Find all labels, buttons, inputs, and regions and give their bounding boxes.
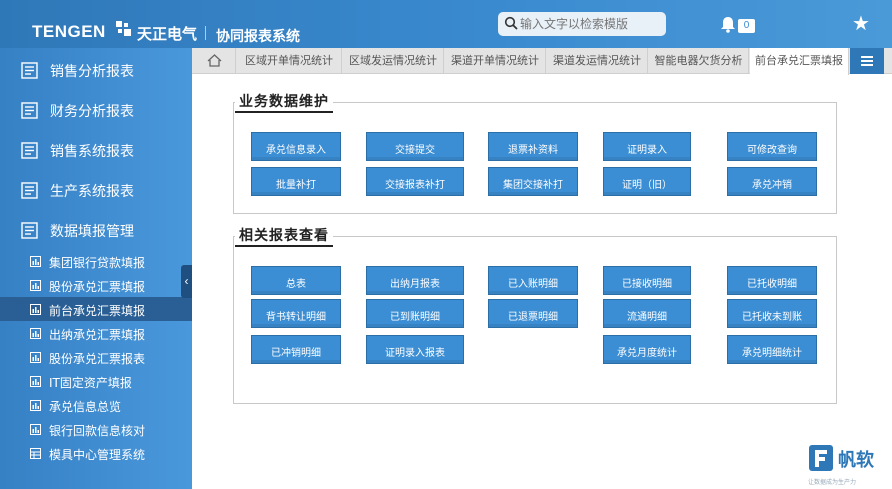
home-icon [207, 54, 222, 67]
sidebar-subitem[interactable]: 银行回款信息核对 [0, 417, 192, 441]
sidebar-item-production-system[interactable]: 生产系统报表 [0, 170, 192, 210]
sidebar-item-data-filling[interactable]: 数据填报管理 [0, 210, 192, 250]
sidebar-subitem-label: 模具中心管理系统 [49, 448, 146, 462]
summary-report-button[interactable]: 总表 [251, 266, 341, 295]
menu-icon[interactable] [850, 48, 884, 74]
sidebar-subitem[interactable]: 承兑信息总览 [0, 393, 192, 417]
sidebar-subitem-label: 出纳承兑汇票填报 [49, 328, 146, 342]
brand-slogan: 让数据成为生产力 [808, 479, 857, 486]
sidebar-item-finance-analysis[interactable]: 财务分析报表 [0, 90, 192, 130]
bar-chart-icon [30, 400, 41, 411]
collection-pending-button[interactable]: 已托收未到账 [727, 299, 817, 328]
group-handover-reprint-button[interactable]: 集团交接补打 [488, 167, 578, 196]
panel-title: 相关报表查看 [235, 225, 333, 247]
received-detail-button[interactable]: 已接收明细 [603, 266, 691, 295]
sidebar-subitem[interactable]: 出纳承兑汇票填报 [0, 321, 192, 345]
sidebar-subitem-label: IT固定资产填报 [49, 376, 132, 390]
certificate-report-button[interactable]: 证明录入报表 [366, 335, 464, 364]
bell-icon[interactable] [720, 16, 736, 33]
sidebar-item-label: 销售系统报表 [50, 144, 134, 160]
detail-stats-button[interactable]: 承兑明细统计 [727, 335, 817, 364]
arrived-detail-button[interactable]: 已到账明细 [366, 299, 464, 328]
booked-detail-button[interactable]: 已入账明细 [488, 266, 578, 295]
panel-title: 业务数据维护 [235, 91, 333, 113]
sidebar-item-label: 财务分析报表 [50, 104, 134, 120]
search-input[interactable] [520, 15, 660, 33]
handover-submit-button[interactable]: 交接提交 [366, 132, 464, 161]
tab-region-billing[interactable]: 区域开单情况统计 [237, 48, 342, 74]
system-title: 协同报表系统 [216, 29, 300, 45]
bar-chart-icon [30, 256, 41, 267]
sidebar-subitem-label: 集团银行贷款填报 [49, 256, 146, 270]
logo-chinese-name: 天正电气 [137, 25, 198, 43]
tab-home[interactable] [192, 48, 236, 74]
endorsement-detail-button[interactable]: 背书转让明细 [251, 299, 341, 328]
sidebar-subitem-label: 前台承兑汇票填报 [49, 304, 146, 318]
sidebar-subitem[interactable]: 模具中心管理系统 [0, 441, 192, 465]
report-icon [21, 102, 38, 119]
header-divider [205, 26, 206, 40]
tab-region-shipping[interactable]: 区域发运情况统计 [343, 48, 444, 74]
sidebar-item-sales-analysis[interactable]: 销售分析报表 [0, 50, 192, 90]
tab-front-acceptance[interactable]: 前台承兑汇票填报 [750, 48, 849, 75]
bar-chart-icon [30, 280, 41, 291]
cashier-monthly-button[interactable]: 出纳月报表 [366, 266, 464, 295]
report-icon [21, 182, 38, 199]
brand-name: 帆软 [838, 450, 874, 471]
circulation-detail-button[interactable]: 流通明细 [603, 299, 691, 328]
report-icon [21, 142, 38, 159]
certificate-old-button[interactable]: 证明（旧） [603, 167, 691, 196]
bar-chart-icon [30, 328, 41, 339]
tengen-logo-icon [116, 21, 131, 36]
bar-chart-icon [30, 376, 41, 387]
sidebar-subitem[interactable]: IT固定资产填报 [0, 369, 192, 393]
refunded-detail-button[interactable]: 已退票明细 [488, 299, 578, 328]
tab-channel-shipping[interactable]: 渠道发运情况统计 [547, 48, 648, 74]
finereport-logo-icon [809, 445, 833, 471]
sidebar-item-sales-system[interactable]: 销售系统报表 [0, 130, 192, 170]
sidebar-subitem-label: 承兑信息总览 [49, 400, 122, 414]
certificate-entry-button[interactable]: 证明录入 [603, 132, 691, 161]
search-icon[interactable] [504, 16, 518, 30]
tab-channel-billing[interactable]: 渠道开单情况统计 [445, 48, 546, 74]
report-icon [21, 222, 38, 239]
sidebar-item-label: 生产系统报表 [50, 184, 134, 200]
bar-chart-icon [30, 352, 41, 363]
sidebar-subitem-label: 银行回款信息核对 [49, 424, 146, 438]
tab-backorder-analysis[interactable]: 智能电器欠货分析 [649, 48, 749, 74]
sidebar-item-label: 数据填报管理 [50, 224, 134, 240]
sidebar-subitem[interactable]: 集团银行贷款填报 [0, 249, 192, 273]
logo-text: TENGEN [32, 22, 106, 41]
bar-chart-icon [30, 424, 41, 435]
tab-bar: 区域开单情况统计 区域发运情况统计 渠道开单情况统计 渠道发运情况统计 智能电器… [192, 48, 892, 75]
entry-button[interactable]: 承兑信息录入 [251, 132, 341, 161]
table-icon [30, 448, 41, 459]
refund-supplement-button[interactable]: 退票补资料 [488, 132, 578, 161]
notification-badge[interactable]: 0 [738, 19, 755, 33]
sidebar-collapse-button[interactable]: ‹ [181, 265, 192, 298]
batch-reprint-button[interactable]: 批量补打 [251, 167, 341, 196]
sidebar-subitem-label: 股份承兑汇票填报 [49, 280, 146, 294]
bar-chart-icon [30, 304, 41, 315]
writeoff-detail-button[interactable]: 已冲销明细 [251, 335, 341, 364]
acceptance-writeoff-button[interactable]: 承兑冲销 [727, 167, 817, 196]
sidebar-item-label: 销售分析报表 [50, 64, 134, 80]
sidebar-subitem[interactable]: 股份承兑汇票报表 [0, 345, 192, 369]
favorite-star-icon[interactable]: ★ [852, 12, 870, 36]
collection-detail-button[interactable]: 已托收明细 [727, 266, 817, 295]
search-box[interactable] [498, 12, 666, 36]
handover-report-reprint-button[interactable]: 交接报表补打 [366, 167, 464, 196]
sidebar-subitem-active[interactable]: 前台承兑汇票填报 [0, 297, 192, 321]
report-icon [21, 62, 38, 79]
sidebar-subitem-label: 股份承兑汇票报表 [49, 352, 146, 366]
top-header: TENGEN 天正电气 协同报表系统 0 ★ [0, 0, 892, 48]
sidebar-subitem[interactable]: 股份承兑汇票填报 [0, 273, 192, 297]
sidebar: 销售分析报表 财务分析报表 销售系统报表 生产系统报表 数据填报管理 集团银行贷… [0, 48, 192, 489]
editable-query-button[interactable]: 可修改查询 [727, 132, 817, 161]
monthly-stats-button[interactable]: 承兑月度统计 [603, 335, 691, 364]
